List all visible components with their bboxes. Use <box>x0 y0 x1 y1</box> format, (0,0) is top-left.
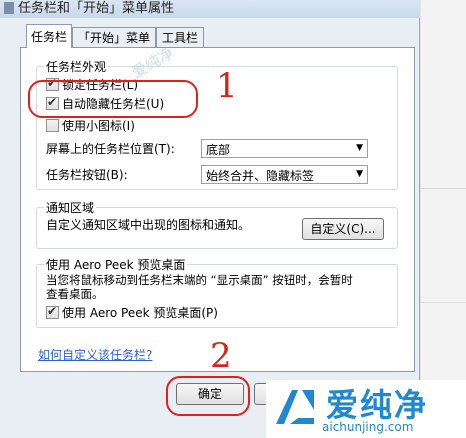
tab-start-menu[interactable]: 「开始」菜单 <box>72 27 156 47</box>
notification-legend: 通知区域 <box>44 199 97 216</box>
taskbar-position-label: 屏幕上的任务栏位置(T): <box>46 142 175 156</box>
taskbar-buttons-value: 始终合并、隐藏标签 <box>206 169 315 183</box>
auto-hide-highlight-ring <box>28 80 198 118</box>
aero-peek-description-line2: 查看桌面。 <box>46 287 104 301</box>
window-icon <box>4 2 14 14</box>
title-bar[interactable]: 任务栏和「开始」菜单属性 <box>0 0 420 18</box>
customize-taskbar-help-link[interactable]: 如何自定义该任务栏? <box>38 346 152 363</box>
customize-notifications-button[interactable]: 自定义(C)... <box>302 218 384 240</box>
step-2-annotation: 2 <box>210 336 232 376</box>
dropdown-arrow-icon: ▼ <box>356 143 363 153</box>
small-icons-checkbox[interactable] <box>46 119 59 132</box>
dropdown-arrow-icon: ▼ <box>356 169 363 179</box>
watermark-url: aichunjing.com <box>322 420 414 434</box>
notification-description: 自定义通知区域中出现的图标和通知。 <box>46 218 251 232</box>
background-window-edge <box>420 0 466 438</box>
taskbar-position-value: 底部 <box>206 143 231 157</box>
check-mark-icon: ✔ <box>47 304 58 318</box>
aero-peek-legend: 使用 Aero Peek 预览桌面 <box>44 256 188 273</box>
taskbar-buttons-select[interactable]: 始终合并、隐藏标签 ▼ <box>201 165 368 184</box>
aero-peek-label: 使用 Aero Peek 预览桌面(P) <box>62 306 218 320</box>
small-icons-label: 使用小图标(I) <box>62 119 135 133</box>
watermark-logo-area: 爱纯净 aichunjing.com <box>266 380 466 438</box>
step-1-annotation: 1 <box>216 66 238 106</box>
tab-taskbar[interactable]: 任务栏 <box>26 24 72 48</box>
aero-peek-checkbox[interactable]: ✔ <box>46 304 59 319</box>
ok-button-highlight-ring <box>166 376 250 416</box>
taskbar-buttons-label: 任务栏按钮(B): <box>46 168 128 182</box>
appearance-legend: 任务栏外观 <box>44 58 109 75</box>
window-title: 任务栏和「开始」菜单属性 <box>18 1 175 16</box>
aichunjing-logo-icon <box>276 390 314 424</box>
taskbar-position-select[interactable]: 底部 ▼ <box>201 139 368 158</box>
